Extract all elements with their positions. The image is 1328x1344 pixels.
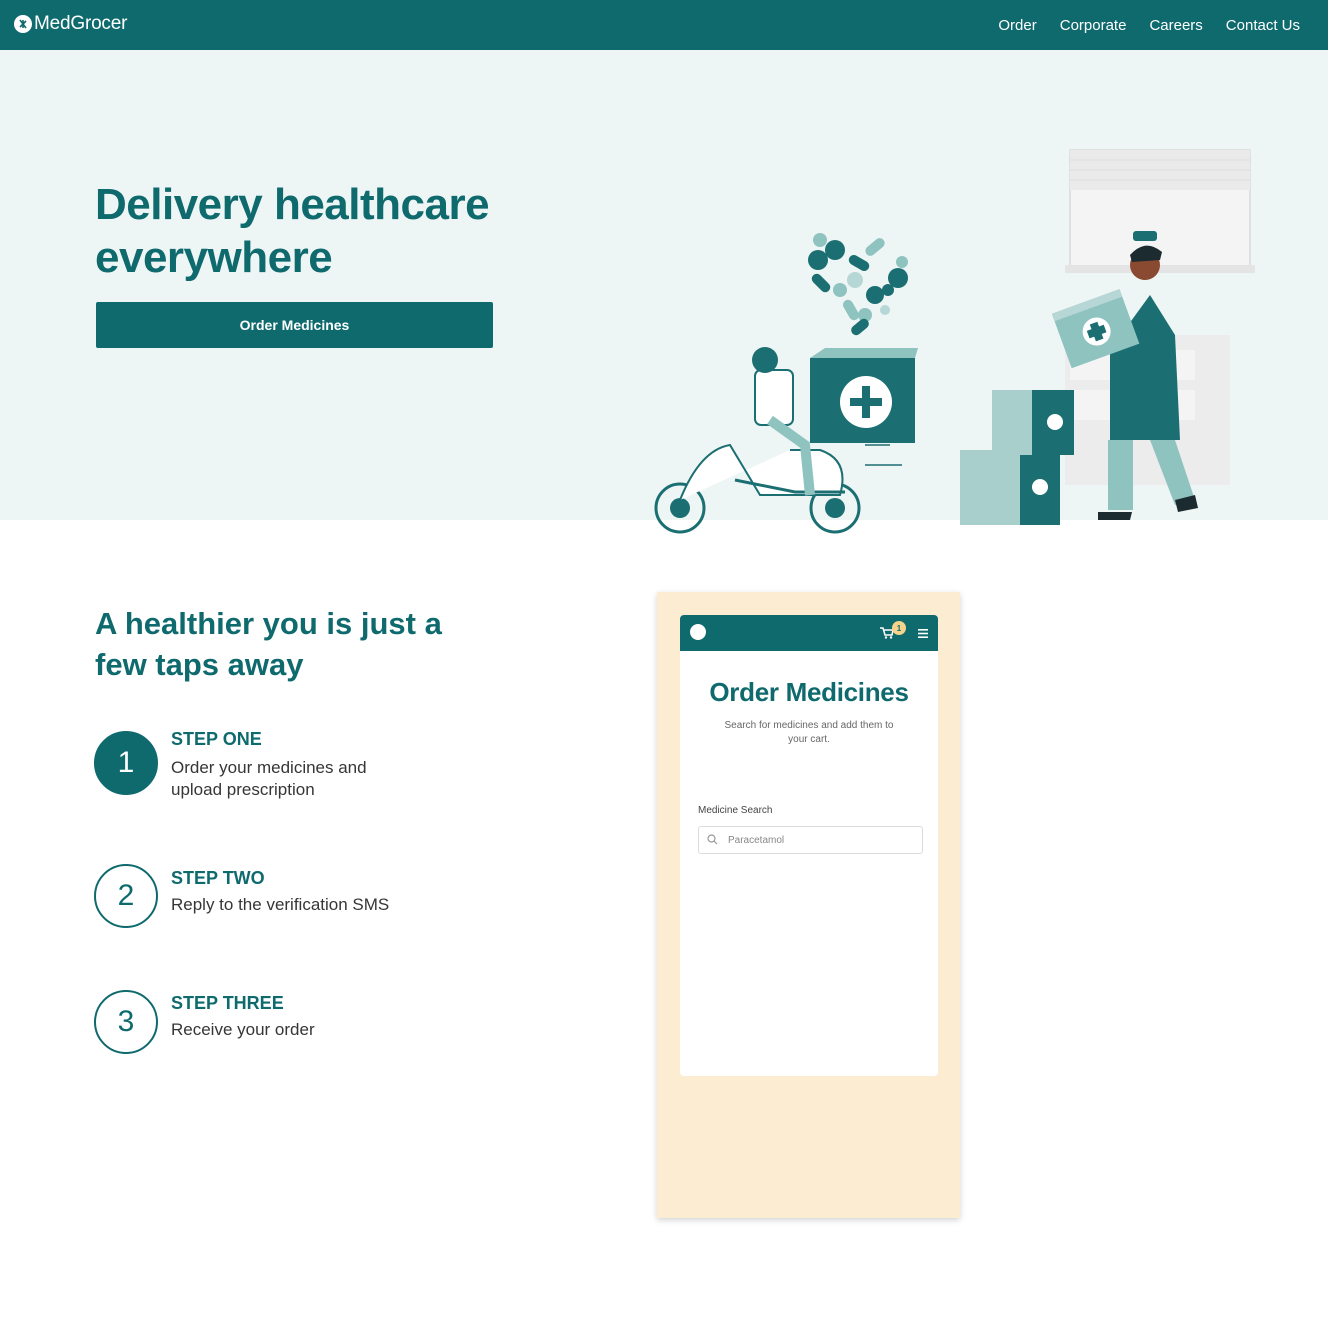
medicine-search-label: Medicine Search: [698, 805, 773, 816]
brand-logo[interactable]: MedGrocer: [14, 13, 127, 35]
nav-links: Order Corporate Careers Contact Us: [975, 0, 1300, 50]
step-heading: STEP THREE: [171, 993, 284, 1013]
step-number-badge: 2: [94, 864, 158, 928]
brand-name: MedGrocer: [34, 13, 128, 34]
step-description: Order your medicines and upload prescrip…: [171, 758, 367, 799]
search-placeholder-text: Paracetamol: [728, 835, 785, 846]
section-title: A healthier you is just a few taps away: [95, 606, 442, 682]
step-heading: STEP ONE: [171, 729, 262, 749]
navbar: MedGrocer Order Corporate Careers Contac…: [0, 0, 1328, 50]
hamburger-menu-icon: [918, 629, 928, 638]
phone-page-title: Order Medicines: [709, 677, 909, 707]
nav-link-careers[interactable]: Careers: [1149, 17, 1202, 34]
phone-screen: 1 Order Medicines Search for medicines a…: [680, 615, 938, 1076]
medicine-search-input: Paracetamol: [698, 826, 923, 854]
step-heading: STEP TWO: [171, 868, 265, 888]
step-number-badge: 1: [94, 731, 158, 795]
phone-page-subtitle: Search for medicines and add them to you…: [724, 720, 894, 745]
nav-link-corporate[interactable]: Corporate: [1060, 17, 1127, 34]
medgrocer-logo-icon: [14, 15, 32, 33]
nav-link-contact-us[interactable]: Contact Us: [1226, 17, 1300, 34]
search-icon: [707, 834, 718, 845]
cart-count-badge: 1: [892, 621, 906, 635]
scooter-rider-icon: [654, 347, 918, 534]
step-description: Reply to the verification SMS: [171, 895, 390, 914]
hero-section: Delivery healthcare everywhere Order Med…: [0, 50, 1328, 534]
order-medicines-button[interactable]: Order Medicines: [96, 302, 493, 348]
step-description: Receive your order: [171, 1020, 315, 1039]
delivery-illustration: [654, 149, 1255, 534]
medicine-boxes-icon: [960, 390, 1074, 525]
pill-heart-icon: [808, 233, 908, 336]
nav-link-order[interactable]: Order: [998, 17, 1036, 34]
app-logo-icon: [690, 624, 706, 640]
hero-title: Delivery healthcare everywhere: [95, 180, 490, 282]
step-number-badge: 3: [94, 990, 158, 1054]
phone-app-bar: 1: [680, 615, 938, 651]
app-preview-mockup: 1 Order Medicines Search for medicines a…: [657, 592, 960, 1218]
